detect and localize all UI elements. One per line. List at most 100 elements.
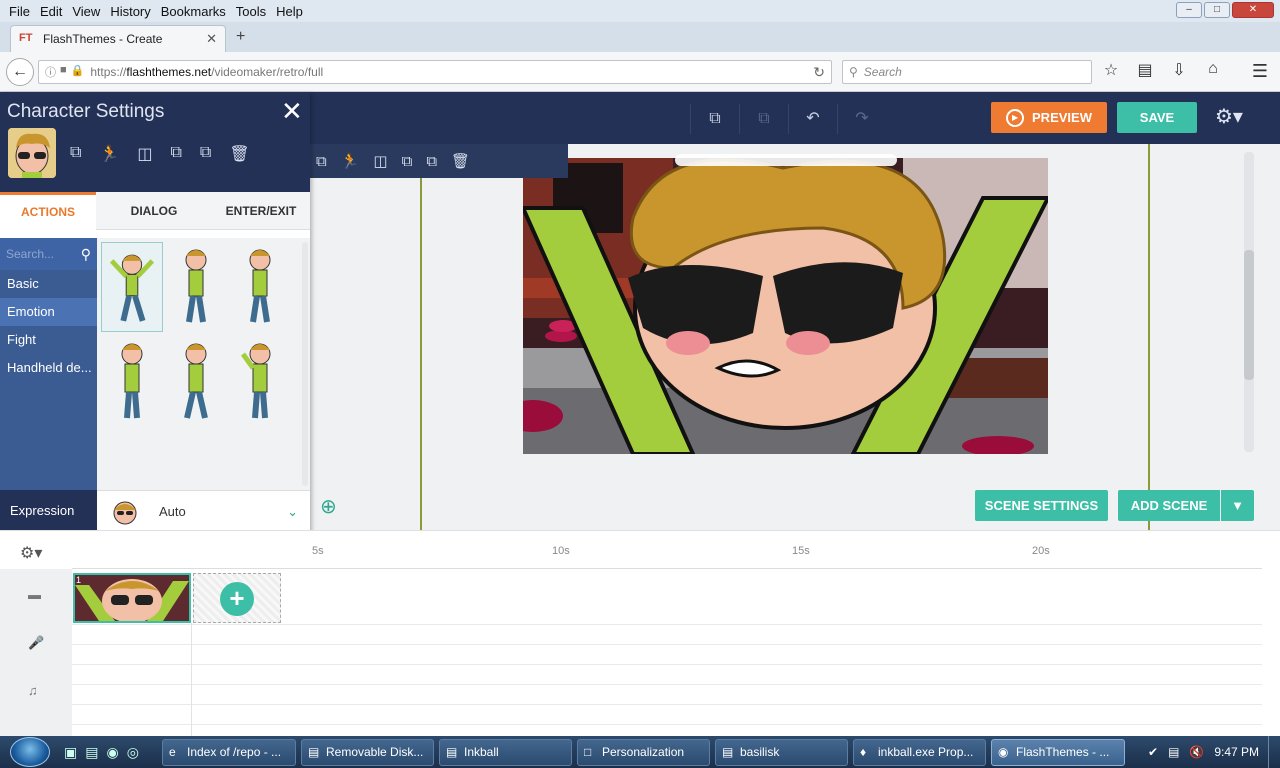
home-icon[interactable]: ⌂ <box>1204 60 1222 80</box>
close-window-button[interactable]: ✕ <box>1232 2 1274 18</box>
taskbar-item[interactable]: ♦ inkball.exe Prop... <box>853 739 986 766</box>
flip-icon[interactable]: ◫ <box>137 144 152 164</box>
menu-help[interactable]: Help <box>271 4 308 19</box>
search-input[interactable]: ⚲ Search <box>842 60 1092 84</box>
preview-button[interactable]: ▶ PREVIEW <box>991 102 1107 133</box>
taskbar-item[interactable]: ▤ Removable Disk... <box>301 739 434 766</box>
copy-character-icon[interactable]: ⧉ <box>402 153 413 170</box>
menu-hamburger-icon[interactable]: ☰ <box>1252 61 1268 82</box>
clock[interactable]: 9:47 PM <box>1214 745 1259 759</box>
minimize-button[interactable]: – <box>1176 2 1202 18</box>
tab-dialog[interactable]: DIALOG <box>96 192 212 230</box>
expression-select[interactable]: Auto ⌄ <box>97 490 310 532</box>
pose-thumbnail[interactable] <box>229 242 291 332</box>
bookmark-star-icon[interactable]: ☆ <box>1102 60 1120 80</box>
menu-file[interactable]: File <box>4 4 35 19</box>
menu-view[interactable]: View <box>67 4 105 19</box>
new-tab-icon[interactable]: + <box>236 28 245 46</box>
maximize-button[interactable]: □ <box>1204 2 1230 18</box>
pose-thumbnail[interactable] <box>229 338 291 428</box>
scene-canvas[interactable] <box>523 158 1048 454</box>
music-track-a <box>72 665 1262 685</box>
timeline-ruler[interactable]: 5s 10s 15s 20s <box>72 541 1262 569</box>
delete-icon[interactable]: 🗑 <box>229 144 249 164</box>
tab-enter-exit[interactable]: ENTER/EXIT <box>212 192 310 230</box>
action-search-input[interactable]: Search... ⚲ <box>0 238 97 270</box>
ruler-tick: 15s <box>792 545 810 557</box>
reading-list-icon[interactable]: ▤ <box>1136 60 1154 80</box>
taskbar-item[interactable]: e Index of /repo - ... <box>162 739 296 766</box>
flip-icon[interactable]: ◫ <box>373 152 387 170</box>
windows-taskbar: ▣ ▤ ◉ ◎ e Index of /repo - ... ▤ Removable… <box>0 736 1280 768</box>
paste-character-icon[interactable]: ⧉ <box>426 153 437 170</box>
back-button[interactable]: ← <box>6 58 34 86</box>
taskbar-item-active[interactable]: ◉ FlashThemes - ... <box>991 739 1125 766</box>
browser-tab[interactable]: FT FlashThemes - Create ✕ <box>10 25 226 52</box>
ie-icon[interactable]: ◉ <box>106 744 118 761</box>
pose-grid-scrollbar[interactable] <box>302 242 308 486</box>
copy-icon[interactable]: ⧉ <box>690 104 739 134</box>
pose-thumbnail[interactable] <box>101 338 163 428</box>
security-icon[interactable]: ✔ <box>1148 745 1158 759</box>
add-scene-button[interactable]: ADD SCENE <box>1118 490 1220 521</box>
swap-character-icon[interactable]: ⧉ <box>316 153 327 170</box>
timeline-divider <box>191 623 192 737</box>
pose-thumbnail[interactable] <box>165 242 227 332</box>
explorer-icon[interactable]: ▤ <box>85 744 98 761</box>
delete-icon[interactable]: 🗑 <box>451 152 470 170</box>
address-bar[interactable]: ⓘ ■ 🔒 https://flashthemes.net/videomaker… <box>38 60 832 84</box>
copy-character-icon[interactable]: ⧉ <box>170 144 181 164</box>
scene-settings-button[interactable]: SCENE SETTINGS <box>975 490 1108 521</box>
zoom-in-icon[interactable]: ⊕ <box>320 494 337 519</box>
walk-icon[interactable]: 🏃 <box>341 152 360 170</box>
tab-close-icon[interactable]: ✕ <box>206 31 217 47</box>
show-desktop-icon[interactable]: ▣ <box>64 744 77 761</box>
category-handheld[interactable]: Handheld de... <box>0 354 97 382</box>
paste-character-icon[interactable]: ⧉ <box>200 144 211 164</box>
expression-label: Expression <box>0 490 97 532</box>
show-desktop-button[interactable] <box>1268 736 1280 768</box>
preview-label: PREVIEW <box>1032 110 1092 125</box>
walk-icon[interactable]: 🏃 <box>99 144 119 164</box>
undo-icon[interactable]: ↶ <box>788 104 837 134</box>
network-icon[interactable]: ▤ <box>1168 745 1179 759</box>
reload-icon[interactable]: ↻ <box>813 64 825 81</box>
voice-track-a <box>72 625 1262 645</box>
menu-bookmarks[interactable]: Bookmarks <box>156 4 231 19</box>
menu-history[interactable]: History <box>105 4 155 19</box>
save-button[interactable]: SAVE <box>1117 102 1197 133</box>
scene-clip[interactable]: 1 <box>73 573 191 623</box>
character-avatar[interactable] <box>8 128 56 178</box>
category-fight[interactable]: Fight <box>0 326 97 354</box>
swap-character-icon[interactable]: ⧉ <box>70 144 81 164</box>
taskbar-item[interactable]: ▤ basilisk <box>715 739 848 766</box>
menu-tools[interactable]: Tools <box>231 4 271 19</box>
paste-icon[interactable]: ⧉ <box>739 104 788 134</box>
browser-toolbar-icons: ☆ ▤ ⇩ ⌂ <box>1102 60 1222 80</box>
start-button[interactable] <box>10 737 50 767</box>
scene-clip-thumbnail <box>75 575 189 621</box>
tab-actions[interactable]: ACTIONS <box>0 192 96 230</box>
favicon-icon: FT <box>19 32 33 44</box>
category-basic[interactable]: Basic <box>0 270 97 298</box>
taskbar-item[interactable]: □ Personalization <box>577 739 710 766</box>
stage-scrollbar-thumb[interactable] <box>1244 250 1254 380</box>
stage-scrollbar[interactable] <box>1244 152 1254 452</box>
stage-area[interactable]: ⧉ 🏃 ◫ ⧉ ⧉ 🗑 ⊕ SCENE SETTINGS ADD SCENE ▼ <box>310 144 1280 530</box>
category-emotion[interactable]: Emotion <box>0 298 97 326</box>
add-scene-slot[interactable]: + <box>193 573 281 623</box>
timeline-settings-gear-icon[interactable]: ⚙▾ <box>20 543 42 563</box>
downloads-icon[interactable]: ⇩ <box>1170 60 1188 80</box>
close-panel-icon[interactable]: ✕ <box>281 96 303 127</box>
taskbar-item[interactable]: ▤ Inkball <box>439 739 572 766</box>
site-info-icons[interactable]: ⓘ ■ 🔒 <box>45 64 84 80</box>
settings-gear-icon[interactable]: ⚙▾ <box>1215 104 1243 129</box>
volume-icon[interactable]: 🔇 <box>1189 745 1204 759</box>
pose-thumbnail[interactable] <box>101 242 163 332</box>
redo-icon[interactable]: ↷ <box>837 104 886 134</box>
add-scene-dropdown-button[interactable]: ▼ <box>1221 490 1254 521</box>
menu-edit[interactable]: Edit <box>35 4 67 19</box>
pose-thumbnail[interactable] <box>165 338 227 428</box>
navigation-bar: ← ⓘ ■ 🔒 https://flashthemes.net/videomak… <box>0 52 1280 92</box>
chrome-icon[interactable]: ◎ <box>127 744 139 761</box>
